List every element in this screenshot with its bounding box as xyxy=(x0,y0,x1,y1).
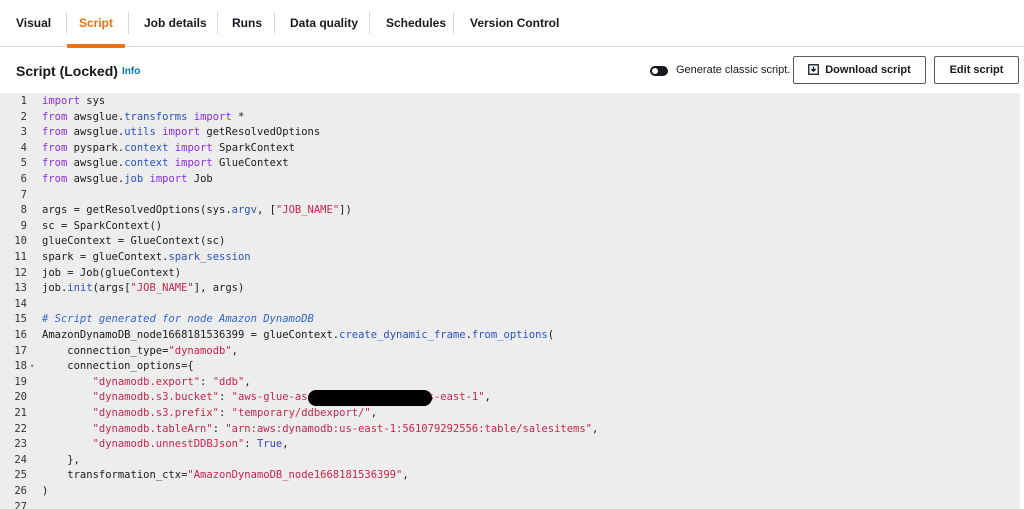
line-number: 16 xyxy=(14,329,27,341)
line-number: 25 xyxy=(14,469,27,482)
code-text: connection_options={ xyxy=(42,360,194,373)
tab-divider xyxy=(128,12,129,34)
line-number: 12 xyxy=(14,266,27,279)
code-text: from awsglue.context import GlueContext xyxy=(42,157,289,170)
code-text: AmazonDynamoDB_node1668181536399 = glueC… xyxy=(42,329,555,341)
line-number: 9 xyxy=(20,219,27,232)
code-text: job.init(args["JOB_NAME"], args) xyxy=(42,282,245,295)
code-text: "dynamodb.unnestDDBJson": True, xyxy=(92,438,289,451)
tab-visual[interactable]: Visual xyxy=(16,0,51,47)
line-number: 18 xyxy=(14,360,27,373)
line-number: 4 xyxy=(20,141,27,154)
line-number: 27 xyxy=(14,500,27,509)
line-number: 15 xyxy=(14,313,27,326)
code-text: # Script generated for node Amazon Dynam… xyxy=(42,313,314,326)
line-number: 7 xyxy=(20,188,27,201)
line-number: 5 xyxy=(20,157,27,170)
fold-toggle-icon[interactable]: ▾ xyxy=(30,359,34,375)
redaction-mark xyxy=(308,389,432,406)
edit-script-button[interactable]: Edit script xyxy=(934,56,1019,84)
tab-data-quality[interactable]: Data quality xyxy=(290,0,358,47)
line-number: 14 xyxy=(14,297,27,310)
code-text: from awsglue.job import Job xyxy=(42,173,213,185)
line-number: 11 xyxy=(14,251,27,263)
line-number: 10 xyxy=(14,235,27,248)
toggle-label: Generate classic script. xyxy=(676,64,791,76)
line-number: 26 xyxy=(14,485,27,497)
line-number: 13 xyxy=(14,282,27,295)
code-text: job = Job(glueContext) xyxy=(42,266,182,279)
code-editor[interactable]: 1 import sys 2 from awsglue.transforms impo… xyxy=(0,93,1020,509)
tab-divider xyxy=(369,12,370,34)
tab-divider xyxy=(453,12,454,34)
line-number: 2 xyxy=(20,110,27,123)
tab-script[interactable]: Script xyxy=(66,0,126,48)
code-text: }, xyxy=(42,453,80,466)
tab-runs[interactable]: Runs xyxy=(232,0,262,47)
code-text: args = getResolvedOptions(sys.argv, ["JO… xyxy=(42,204,352,217)
line-number: 3 xyxy=(20,126,27,139)
line-number: 6 xyxy=(20,173,27,185)
code-text: transformation_ctx="AmazonDynamoDB_node1… xyxy=(42,469,409,482)
code-text: from awsglue.transforms import * xyxy=(42,110,245,123)
tab-divider xyxy=(66,12,67,34)
code-text: sc = SparkContext() xyxy=(42,219,163,232)
line-number: 1 xyxy=(20,95,27,107)
code-text: "dynamodb.export": "ddb", xyxy=(92,375,251,388)
line-number: 24 xyxy=(14,453,27,466)
code-text: from pyspark.context import SparkContext xyxy=(42,141,295,154)
tab-divider xyxy=(217,12,218,34)
download-label: Download script xyxy=(825,64,911,76)
download-icon xyxy=(808,63,820,75)
tab-version-control[interactable]: Version Control xyxy=(470,0,559,47)
code-text: "dynamodb.s3.prefix": "temporary/ddbexpo… xyxy=(92,407,378,419)
code-text: import sys xyxy=(42,95,106,107)
tab-schedules[interactable]: Schedules xyxy=(386,0,446,47)
line-number: 20 xyxy=(14,391,27,404)
page-title: Script (Locked) xyxy=(16,63,118,79)
tab-bar: Visual Script Job details Runs Data qual… xyxy=(0,0,1024,48)
tab-job-details[interactable]: Job details xyxy=(144,0,207,47)
info-link[interactable]: Info xyxy=(122,66,140,77)
code-text: ) xyxy=(42,485,49,497)
line-number: 8 xyxy=(20,204,27,217)
code-text: from awsglue.utils import getResolvedOpt… xyxy=(42,126,321,139)
line-number: 23 xyxy=(14,438,27,451)
download-script-button[interactable]: Download script xyxy=(793,56,926,84)
toggle-knob xyxy=(652,68,658,74)
line-number: 21 xyxy=(14,407,27,419)
tab-divider xyxy=(274,12,275,34)
code-text: connection_type="dynamodb", xyxy=(42,344,238,357)
script-header: Script (Locked) Info Generate classic sc… xyxy=(0,47,1024,93)
code-text: spark = glueContext.spark_session xyxy=(42,251,251,263)
code-text: "dynamodb.tableArn": "arn:aws:dynamodb:u… xyxy=(92,422,599,435)
line-number: 17 xyxy=(14,344,27,357)
classic-script-toggle[interactable] xyxy=(650,66,668,76)
code-text: glueContext = GlueContext(sc) xyxy=(42,235,226,248)
line-number: 19 xyxy=(14,375,27,388)
line-number: 22 xyxy=(14,422,27,435)
